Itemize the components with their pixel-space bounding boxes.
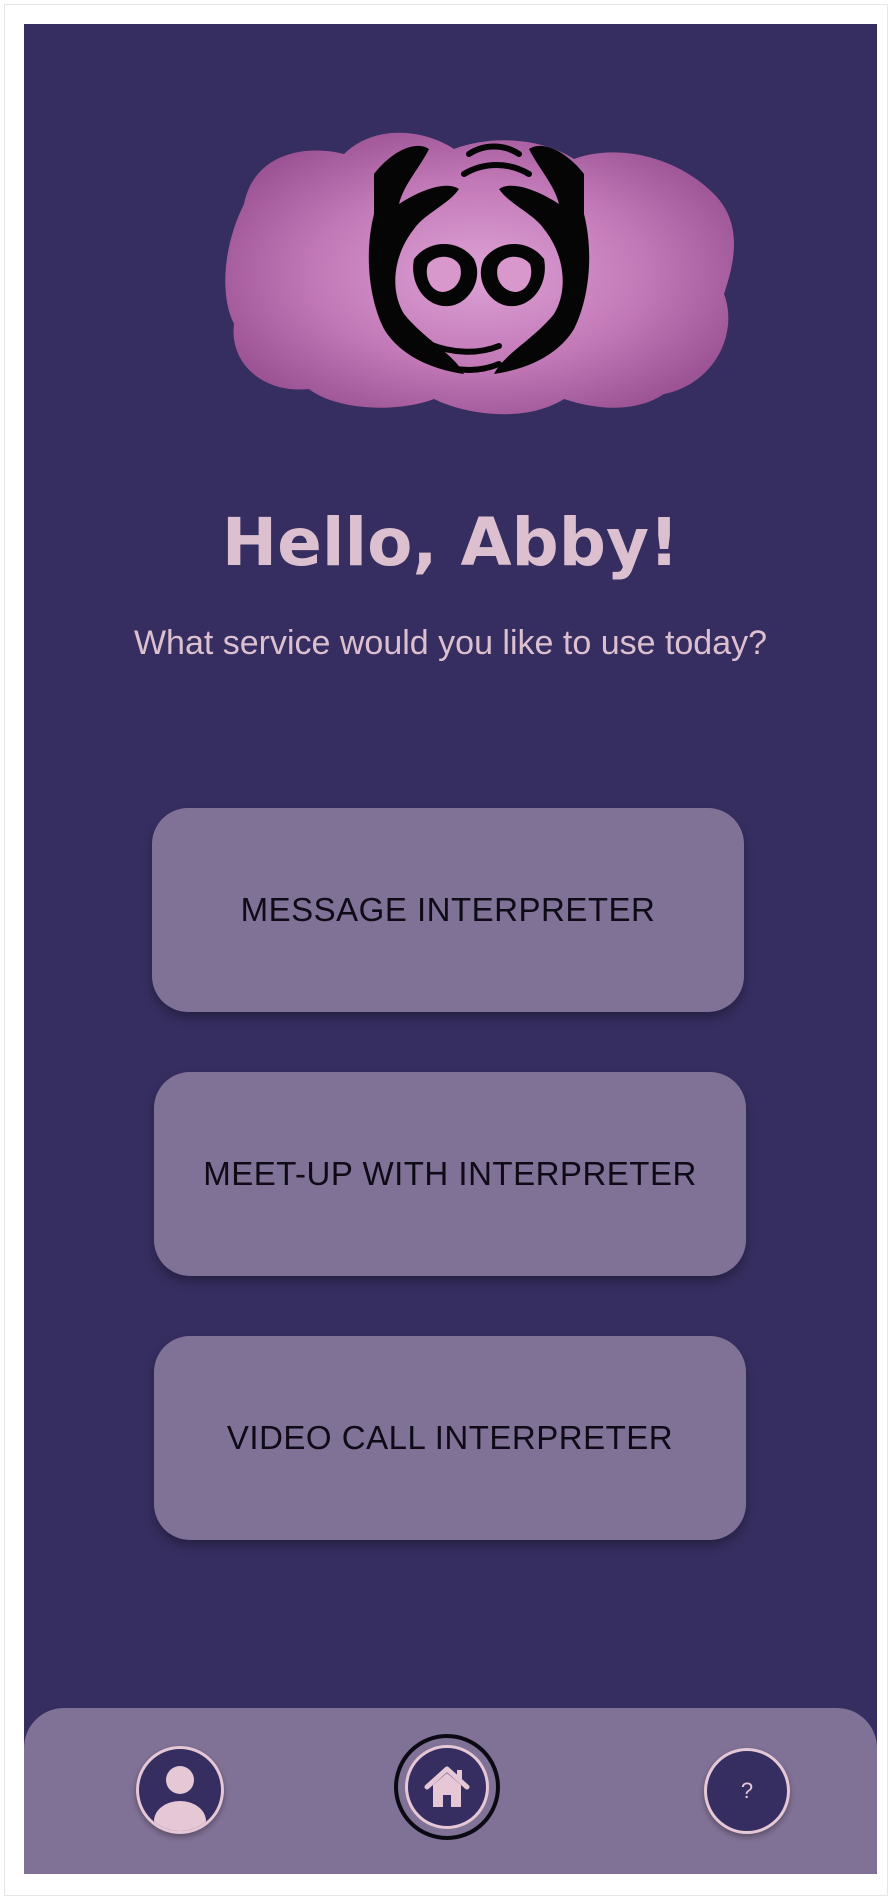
message-interpreter-button[interactable]: MESSAGE INTERPRETER (152, 808, 744, 1012)
profile-icon (154, 1766, 206, 1831)
home-button[interactable] (394, 1734, 500, 1840)
bottom-navigation: ? (24, 1708, 877, 1874)
home-screen: Hello, Abby! What service would you like… (24, 24, 877, 1874)
home-icon (424, 1766, 470, 1807)
greeting-heading: Hello, Abby! (221, 504, 680, 581)
profile-button[interactable] (136, 1746, 224, 1834)
video-call-interpreter-button[interactable]: VIDEO CALL INTERPRETER (154, 1336, 746, 1540)
sign-language-logo-icon (225, 132, 735, 415)
service-prompt: What service would you like to use today… (133, 624, 768, 662)
help-button[interactable]: ? (704, 1748, 790, 1834)
home-button-inner (405, 1745, 489, 1829)
meet-up-interpreter-button[interactable]: MEET-UP WITH INTERPRETER (154, 1072, 746, 1276)
help-label: ? (740, 1778, 754, 1803)
